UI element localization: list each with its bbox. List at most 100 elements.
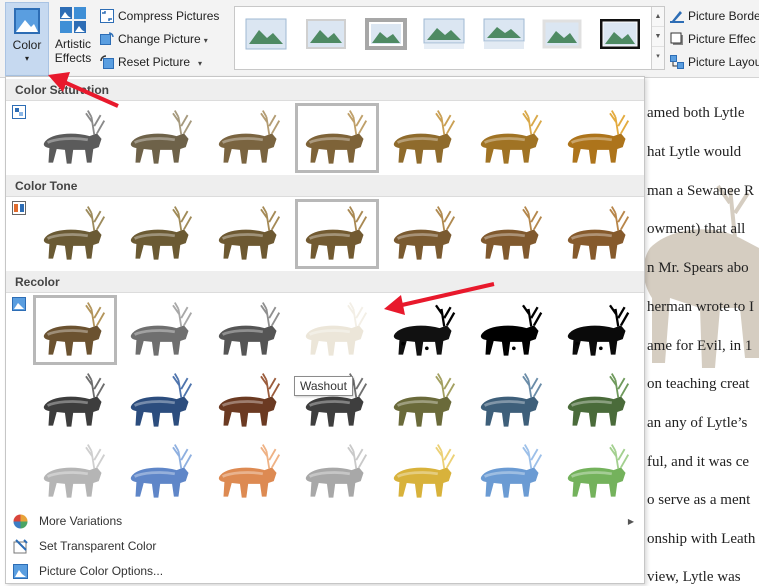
picture-styles-gallery: ▲ ▼ ▾: [234, 6, 665, 70]
document-text-line: view, Lytle was: [647, 569, 741, 585]
picture-effects-label: Picture Effec: [688, 32, 756, 46]
document-text-line: an any of Lytle’s: [647, 415, 748, 431]
scroll-up-icon[interactable]: ▲: [652, 7, 664, 27]
recolor-thumbnail[interactable]: [470, 366, 554, 436]
recolor-icon: [12, 297, 26, 311]
set-transparent-color-label: Set Transparent Color: [39, 539, 157, 553]
recolor-thumbnail[interactable]: [208, 437, 292, 507]
color-tone-thumbnail[interactable]: [120, 199, 204, 269]
picture-style-thumbnail[interactable]: [245, 18, 287, 50]
recolor-thumbnail[interactable]: [383, 295, 467, 365]
color-picture-icon: [14, 8, 40, 34]
recolor-thumbnail[interactable]: [208, 366, 292, 436]
color-saturation-thumbnail[interactable]: [208, 103, 292, 173]
compress-pictures-icon: [100, 9, 114, 23]
color-saturation-thumbnail[interactable]: [295, 103, 379, 173]
recolor-thumbnail[interactable]: [470, 437, 554, 507]
recolor-thumbnail[interactable]: [383, 437, 467, 507]
picture-border-label: Picture Borde: [688, 9, 759, 23]
document-text-line: hat Lytle would: [647, 144, 742, 160]
picture-style-thumbnail[interactable]: [541, 18, 583, 50]
document-text-line: ame for Evil, in 1: [647, 338, 753, 354]
change-picture-label: Change Picture: [118, 32, 201, 46]
picture-style-thumbnail[interactable]: [599, 18, 641, 50]
recolor-thumbnail[interactable]: [120, 437, 204, 507]
recolor-thumbnail[interactable]: [557, 295, 641, 365]
artistic-effects-icon: [60, 7, 86, 33]
recolor-thumbnail[interactable]: [383, 366, 467, 436]
recolor-thumbnail[interactable]: [557, 437, 641, 507]
color-button-label: Color: [12, 38, 42, 52]
document-text-line: onship with Leath: [647, 531, 756, 547]
recolor-thumbnail[interactable]: [120, 366, 204, 436]
color-tone-thumbnail[interactable]: [557, 199, 641, 269]
reset-picture-label: Reset Picture: [118, 55, 191, 69]
recolor-thumbnail[interactable]: [208, 295, 292, 365]
chevron-down-icon: ▾: [198, 59, 203, 68]
color-tone-thumbnail[interactable]: [383, 199, 467, 269]
document-text-line: ful, and it was ce: [647, 454, 750, 470]
color-saturation-icon: [12, 105, 26, 119]
document-text-line: owment) that all: [647, 221, 746, 237]
chevron-down-icon: ▾: [203, 36, 208, 45]
recolor-thumbnail[interactable]: [295, 437, 379, 507]
picture-style-thumbnail[interactable]: [365, 18, 407, 50]
color-dropdown-panel: Color Saturation Color Tone Recolor More…: [5, 76, 645, 584]
color-saturation-thumbnail[interactable]: [557, 103, 641, 173]
recolor-thumbnail[interactable]: [470, 295, 554, 365]
scroll-down-icon[interactable]: ▼: [652, 27, 664, 47]
color-saturation-thumbnail[interactable]: [470, 103, 554, 173]
change-picture-icon: [100, 32, 114, 45]
document-text-line: amed both Lytle: [647, 105, 745, 121]
picture-border-icon: [670, 11, 684, 23]
reset-picture-button[interactable]: Reset Picture ▾: [100, 52, 202, 72]
recolor-thumbnail[interactable]: [295, 295, 379, 365]
document-text-line: herman wrote to I: [647, 299, 755, 315]
recolor-header: Recolor: [6, 271, 644, 293]
recolor-thumbnail[interactable]: [120, 295, 204, 365]
picture-layout-icon: [670, 55, 684, 69]
recolor-thumbnail[interactable]: [33, 295, 117, 365]
color-saturation-thumbnail[interactable]: [383, 103, 467, 173]
picture-border-button[interactable]: Picture Borde: [670, 6, 759, 26]
set-transparent-color-menu-item[interactable]: Set Transparent Color: [6, 534, 644, 559]
change-picture-button[interactable]: Change Picture ▾: [100, 29, 208, 49]
picture-layout-label: Picture Layou: [688, 55, 759, 69]
picture-color-options-label: Picture Color Options...: [39, 564, 164, 578]
document-text-line: n Mr. Spears abo: [647, 260, 749, 276]
recolor-thumbnail[interactable]: [557, 366, 641, 436]
color-saturation-thumbnail[interactable]: [33, 103, 117, 173]
color-button[interactable]: Color ▾: [5, 2, 49, 76]
color-saturation-thumbnail[interactable]: [120, 103, 204, 173]
color-saturation-header: Color Saturation: [6, 79, 644, 101]
submenu-arrow-icon: ▶: [627, 517, 634, 526]
gallery-more-icon[interactable]: ▾: [652, 47, 664, 67]
color-tone-thumbnail[interactable]: [208, 199, 292, 269]
artistic-effects-label-line1: Artistic: [55, 37, 91, 51]
more-variations-menu-item[interactable]: More Variations ▶: [6, 509, 644, 534]
color-tone-header: Color Tone: [6, 175, 644, 197]
picture-style-thumbnail[interactable]: [483, 18, 525, 50]
picture-layout-button[interactable]: Picture Layou: [670, 52, 759, 72]
gallery-scrollbar[interactable]: ▲ ▼ ▾: [651, 7, 664, 69]
picture-style-thumbnail[interactable]: [423, 18, 465, 50]
recolor-thumbnail[interactable]: [33, 366, 117, 436]
picture-style-thumbnail[interactable]: [305, 18, 347, 50]
washout-tooltip: Washout: [294, 376, 353, 396]
picture-color-options-icon: [13, 564, 28, 579]
more-variations-label: More Variations: [39, 514, 123, 528]
color-tone-thumbnail[interactable]: [33, 199, 117, 269]
document-text-line: on teaching creat: [647, 376, 750, 392]
recolor-thumbnail[interactable]: [33, 437, 117, 507]
picture-effects-button[interactable]: Picture Effec: [670, 29, 756, 49]
chevron-down-icon: ▾: [24, 54, 29, 63]
artistic-effects-button[interactable]: Artistic Effects: [50, 2, 96, 76]
picture-color-options-menu-item[interactable]: Picture Color Options...: [6, 559, 644, 584]
document-text-line: man a Sewanee R: [647, 183, 755, 199]
compress-pictures-button[interactable]: Compress Pictures: [100, 6, 219, 26]
compress-pictures-label: Compress Pictures: [118, 9, 220, 23]
color-tone-thumbnail[interactable]: [470, 199, 554, 269]
more-variations-icon: [13, 514, 28, 529]
color-tone-thumbnail[interactable]: [295, 199, 379, 269]
set-transparent-color-icon: [13, 539, 28, 554]
